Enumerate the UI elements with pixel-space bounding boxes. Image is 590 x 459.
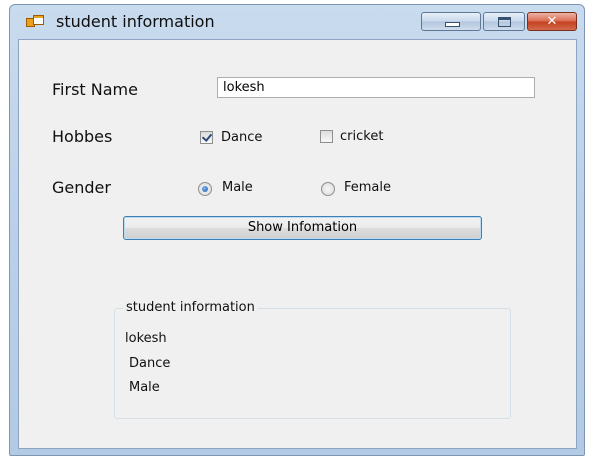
gender-label: Gender [52,178,111,197]
male-radio-label[interactable]: Male [222,180,253,195]
male-radio[interactable] [198,182,212,196]
first-name-label: First Name [52,80,138,99]
cricket-checkbox-label[interactable]: cricket [340,129,383,144]
output-gender: Male [129,380,160,395]
first-name-input[interactable] [217,77,535,98]
show-information-button[interactable]: Show Infomation [123,216,482,240]
form-body: First Name Hobbes Dance cricket Gender M… [18,39,577,449]
main-window: student information ✕ First Name Hobbes … [9,4,585,456]
window-controls: ✕ [419,12,577,32]
close-icon: ✕ [546,14,558,29]
app-icon[interactable] [26,15,44,29]
window-title: student information [56,12,215,31]
hobbies-label: Hobbes [52,127,113,146]
cricket-checkbox[interactable] [320,130,333,143]
title-bar[interactable]: student information ✕ [10,5,584,38]
maximize-icon [498,17,511,27]
output-name: lokesh [125,331,167,346]
minimize-button[interactable] [421,12,481,31]
close-button[interactable]: ✕ [527,12,577,31]
maximize-button[interactable] [483,12,525,31]
female-radio-label[interactable]: Female [344,180,391,195]
output-hobby: Dance [129,356,171,371]
dance-checkbox[interactable] [200,131,213,144]
groupbox-title: student information [123,300,258,315]
female-radio[interactable] [321,182,335,196]
minimize-icon [445,22,460,27]
dance-checkbox-label[interactable]: Dance [221,130,262,145]
student-information-groupbox: student information lokesh Dance Male [114,300,511,419]
